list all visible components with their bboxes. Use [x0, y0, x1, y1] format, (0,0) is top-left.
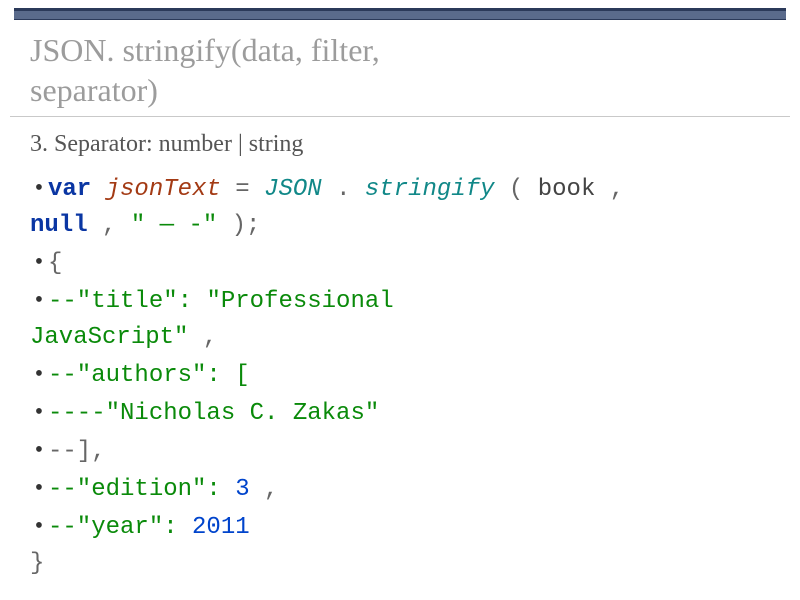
dot: .	[336, 176, 350, 203]
slide-title: JSON. stringify(data, filter, separator)	[10, 26, 790, 117]
arg-null: null	[30, 212, 88, 239]
json-val-title-1: "Professional	[206, 288, 393, 315]
fn-stringify: stringify	[365, 176, 495, 203]
rparen-semi: );	[232, 212, 261, 239]
slide-content: 3. Separator: number | string • var json…	[10, 117, 790, 582]
bullet-icon: •	[30, 282, 48, 318]
json-key-title: --"title":	[48, 288, 206, 315]
json-key-edition: --"edition":	[48, 476, 235, 503]
json-key-authors: --"authors": [	[48, 358, 250, 394]
code-block: • var jsonText = JSON . stringify ( book…	[30, 170, 770, 582]
json-key-year: --"year":	[48, 514, 192, 541]
comma: ,	[264, 476, 278, 503]
keyword-var: var	[48, 176, 91, 203]
json-val-author: ----"Nicholas C. Zakas"	[48, 396, 379, 432]
title-line-1: JSON. stringify(data, filter,	[30, 30, 770, 70]
bullet-icon: •	[30, 394, 48, 430]
bullet-icon: •	[30, 244, 48, 280]
equals-sign: =	[235, 176, 264, 203]
bullet-icon: •	[30, 356, 48, 392]
title-line-2: separator)	[30, 70, 770, 110]
comma: ,	[102, 212, 116, 239]
bullet-icon: •	[30, 508, 48, 544]
json-val-edition: 3	[235, 476, 249, 503]
json-authors-close: --],	[48, 434, 106, 470]
bullet-icon: •	[30, 470, 48, 506]
bullet-icon: •	[30, 432, 48, 468]
comma: ,	[203, 324, 217, 351]
arg-book: book	[538, 176, 596, 203]
bullet-icon: •	[30, 170, 48, 206]
type-JSON: JSON	[264, 176, 322, 203]
identifier-jsonText: jsonText	[106, 176, 221, 203]
top-accent-bar	[14, 8, 786, 20]
lparen: (	[509, 176, 523, 203]
brace-open: {	[48, 246, 62, 282]
brace-close: }	[30, 546, 44, 582]
slide: JSON. stringify(data, filter, separator)…	[0, 0, 800, 600]
separator-subhead: 3. Separator: number | string	[30, 127, 770, 162]
comma: ,	[610, 176, 624, 203]
json-val-year: 2011	[192, 514, 250, 541]
separator-string: " — -"	[131, 212, 217, 239]
json-val-title-2: JavaScript"	[30, 324, 188, 351]
